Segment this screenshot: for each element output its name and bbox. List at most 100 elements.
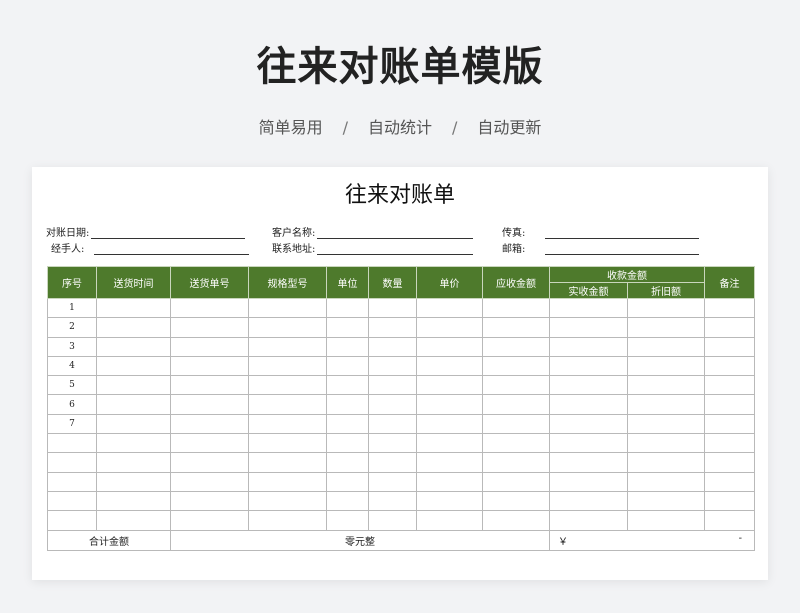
row-number-cell[interactable]: 6 xyxy=(47,394,97,415)
table-cell[interactable] xyxy=(326,394,369,415)
table-cell[interactable] xyxy=(482,355,550,377)
table-cell[interactable] xyxy=(248,433,327,454)
table-cell[interactable] xyxy=(326,452,369,473)
table-cell[interactable] xyxy=(627,452,705,473)
table-cell[interactable] xyxy=(96,375,171,396)
handler-blank[interactable] xyxy=(94,243,250,255)
table-cell[interactable] xyxy=(170,375,249,396)
table-cell[interactable] xyxy=(416,394,483,415)
table-cell[interactable] xyxy=(368,413,417,435)
table-cell[interactable] xyxy=(248,510,327,531)
table-cell[interactable] xyxy=(416,490,483,512)
table-cell[interactable] xyxy=(248,452,327,473)
table-cell[interactable] xyxy=(549,510,628,531)
table-cell[interactable] xyxy=(368,317,417,338)
table-cell[interactable] xyxy=(704,510,755,531)
row-number-cell[interactable]: 4 xyxy=(47,355,97,377)
table-cell[interactable] xyxy=(627,317,705,338)
table-cell[interactable] xyxy=(368,490,417,512)
table-cell[interactable] xyxy=(368,452,417,473)
row-number-cell[interactable]: 2 xyxy=(47,317,97,338)
table-cell[interactable] xyxy=(248,490,327,512)
table-cell[interactable] xyxy=(326,375,369,396)
table-cell[interactable] xyxy=(482,375,550,396)
table-cell[interactable] xyxy=(96,317,171,338)
table-cell[interactable] xyxy=(482,433,550,454)
row-number-cell[interactable] xyxy=(47,452,97,473)
table-cell[interactable] xyxy=(549,355,628,377)
table-cell[interactable] xyxy=(482,394,550,415)
table-cell[interactable] xyxy=(368,375,417,396)
table-cell[interactable] xyxy=(416,317,483,338)
table-cell[interactable] xyxy=(368,510,417,531)
table-cell[interactable] xyxy=(170,413,249,435)
table-cell[interactable] xyxy=(704,471,755,492)
table-cell[interactable] xyxy=(704,433,755,454)
row-number-cell[interactable] xyxy=(47,433,97,454)
table-cell[interactable] xyxy=(326,317,369,338)
table-cell[interactable] xyxy=(326,355,369,377)
table-cell[interactable] xyxy=(704,317,755,338)
table-cell[interactable] xyxy=(248,297,327,319)
table-cell[interactable] xyxy=(482,490,550,512)
table-cell[interactable] xyxy=(96,510,171,531)
table-cell[interactable] xyxy=(549,336,628,357)
table-cell[interactable] xyxy=(549,375,628,396)
statement-date-blank[interactable] xyxy=(91,227,246,239)
table-cell[interactable] xyxy=(170,452,249,473)
table-cell[interactable] xyxy=(549,317,628,338)
table-cell[interactable] xyxy=(170,433,249,454)
table-cell[interactable] xyxy=(416,452,483,473)
table-cell[interactable] xyxy=(170,490,249,512)
table-cell[interactable] xyxy=(482,297,550,319)
table-cell[interactable] xyxy=(416,433,483,454)
table-cell[interactable] xyxy=(549,452,628,473)
table-cell[interactable] xyxy=(170,394,249,415)
table-cell[interactable] xyxy=(704,297,755,319)
table-cell[interactable] xyxy=(248,394,327,415)
customer-name-blank[interactable] xyxy=(317,227,474,239)
table-cell[interactable] xyxy=(248,317,327,338)
table-cell[interactable] xyxy=(96,433,171,454)
table-cell[interactable] xyxy=(549,433,628,454)
table-cell[interactable] xyxy=(326,297,369,319)
table-cell[interactable] xyxy=(549,471,628,492)
table-cell[interactable] xyxy=(627,413,705,435)
table-cell[interactable] xyxy=(170,355,249,377)
table-cell[interactable] xyxy=(96,297,171,319)
table-cell[interactable] xyxy=(248,355,327,377)
table-cell[interactable] xyxy=(170,510,249,531)
table-cell[interactable] xyxy=(326,490,369,512)
table-cell[interactable] xyxy=(482,336,550,357)
table-cell[interactable] xyxy=(627,297,705,319)
address-blank[interactable] xyxy=(317,243,474,255)
table-cell[interactable] xyxy=(170,336,249,357)
table-cell[interactable] xyxy=(326,433,369,454)
table-cell[interactable] xyxy=(549,297,628,319)
table-cell[interactable] xyxy=(368,394,417,415)
table-cell[interactable] xyxy=(704,355,755,377)
table-cell[interactable] xyxy=(96,452,171,473)
table-cell[interactable] xyxy=(627,510,705,531)
row-number-cell[interactable]: 3 xyxy=(47,336,97,357)
table-cell[interactable] xyxy=(248,413,327,435)
table-cell[interactable] xyxy=(416,375,483,396)
table-cell[interactable] xyxy=(368,471,417,492)
table-cell[interactable] xyxy=(482,413,550,435)
total-amount-cell[interactable]: ￥ - xyxy=(549,529,755,551)
row-number-cell[interactable]: 7 xyxy=(47,413,97,435)
table-cell[interactable] xyxy=(416,471,483,492)
row-number-cell[interactable] xyxy=(47,510,97,531)
table-cell[interactable] xyxy=(416,355,483,377)
row-number-cell[interactable] xyxy=(47,471,97,492)
table-cell[interactable] xyxy=(368,355,417,377)
table-cell[interactable] xyxy=(326,336,369,357)
table-cell[interactable] xyxy=(416,336,483,357)
table-cell[interactable] xyxy=(627,490,705,512)
table-cell[interactable] xyxy=(96,336,171,357)
table-cell[interactable] xyxy=(326,413,369,435)
table-cell[interactable] xyxy=(96,471,171,492)
table-cell[interactable] xyxy=(416,413,483,435)
table-cell[interactable] xyxy=(704,413,755,435)
row-number-cell[interactable] xyxy=(47,490,97,512)
